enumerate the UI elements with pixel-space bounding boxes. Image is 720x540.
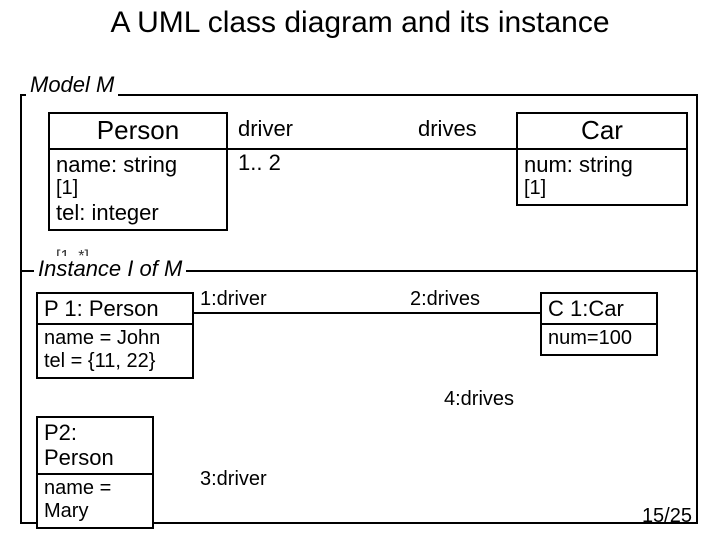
model-label: Model M: [26, 72, 118, 98]
p1-tel-slot: tel = {11, 22}: [44, 350, 186, 373]
class-car-name: Car: [518, 114, 686, 150]
instance-p2-attrs: name = Mary: [38, 475, 152, 527]
person-attr-name: name: string: [56, 152, 220, 177]
instance-c1: C 1:Car num=100: [540, 292, 658, 356]
instance-c1-attrs: num=100: [542, 325, 656, 354]
instance-c1-name: C 1:Car: [542, 294, 656, 325]
page-title: A UML class diagram and its instance: [0, 6, 720, 40]
instance-p2: P2: Person name = Mary: [36, 416, 154, 529]
class-person: Person name: string [1] tel: integer: [48, 112, 228, 231]
link-p1-c1: [194, 312, 540, 314]
link-3-driver: 3:driver: [200, 468, 267, 491]
p2-name-slot: name = Mary: [44, 477, 146, 523]
page-number: 15/25: [642, 505, 692, 528]
instance-label: Instance I of M: [34, 256, 186, 282]
assoc-drives-label: drives: [418, 116, 477, 142]
instance-p1-name: P 1: Person: [38, 294, 192, 325]
link-2-drives: 2:drives: [410, 288, 480, 311]
c1-num-slot: num=100: [548, 327, 650, 350]
slide: A UML class diagram and its instance Mod…: [0, 0, 720, 540]
link-4-drives: 4:drives: [444, 388, 514, 411]
class-car: Car num: string [1]: [516, 112, 688, 206]
assoc-driver-label: driver: [238, 116, 293, 142]
class-person-attrs: name: string [1] tel: integer: [50, 150, 226, 230]
instance-p2-name: P2: Person: [38, 418, 152, 475]
car-attr-num: num: string: [524, 152, 680, 177]
car-attr-num-mult: [1]: [524, 177, 680, 200]
assoc-driver-card: 1.. 2: [238, 150, 281, 176]
link-1-driver: 1:driver: [200, 288, 267, 311]
person-attr-name-mult: [1]: [56, 177, 220, 200]
instance-label-text: Instance I of M: [38, 256, 182, 281]
class-person-name: Person: [50, 114, 226, 150]
p1-name-slot: name = John: [44, 327, 186, 350]
instance-p1-attrs: name = John tel = {11, 22}: [38, 325, 192, 377]
person-attr-tel: tel: integer: [56, 200, 220, 225]
instance-p1: P 1: Person name = John tel = {11, 22}: [36, 292, 194, 379]
class-car-attrs: num: string [1]: [518, 150, 686, 204]
